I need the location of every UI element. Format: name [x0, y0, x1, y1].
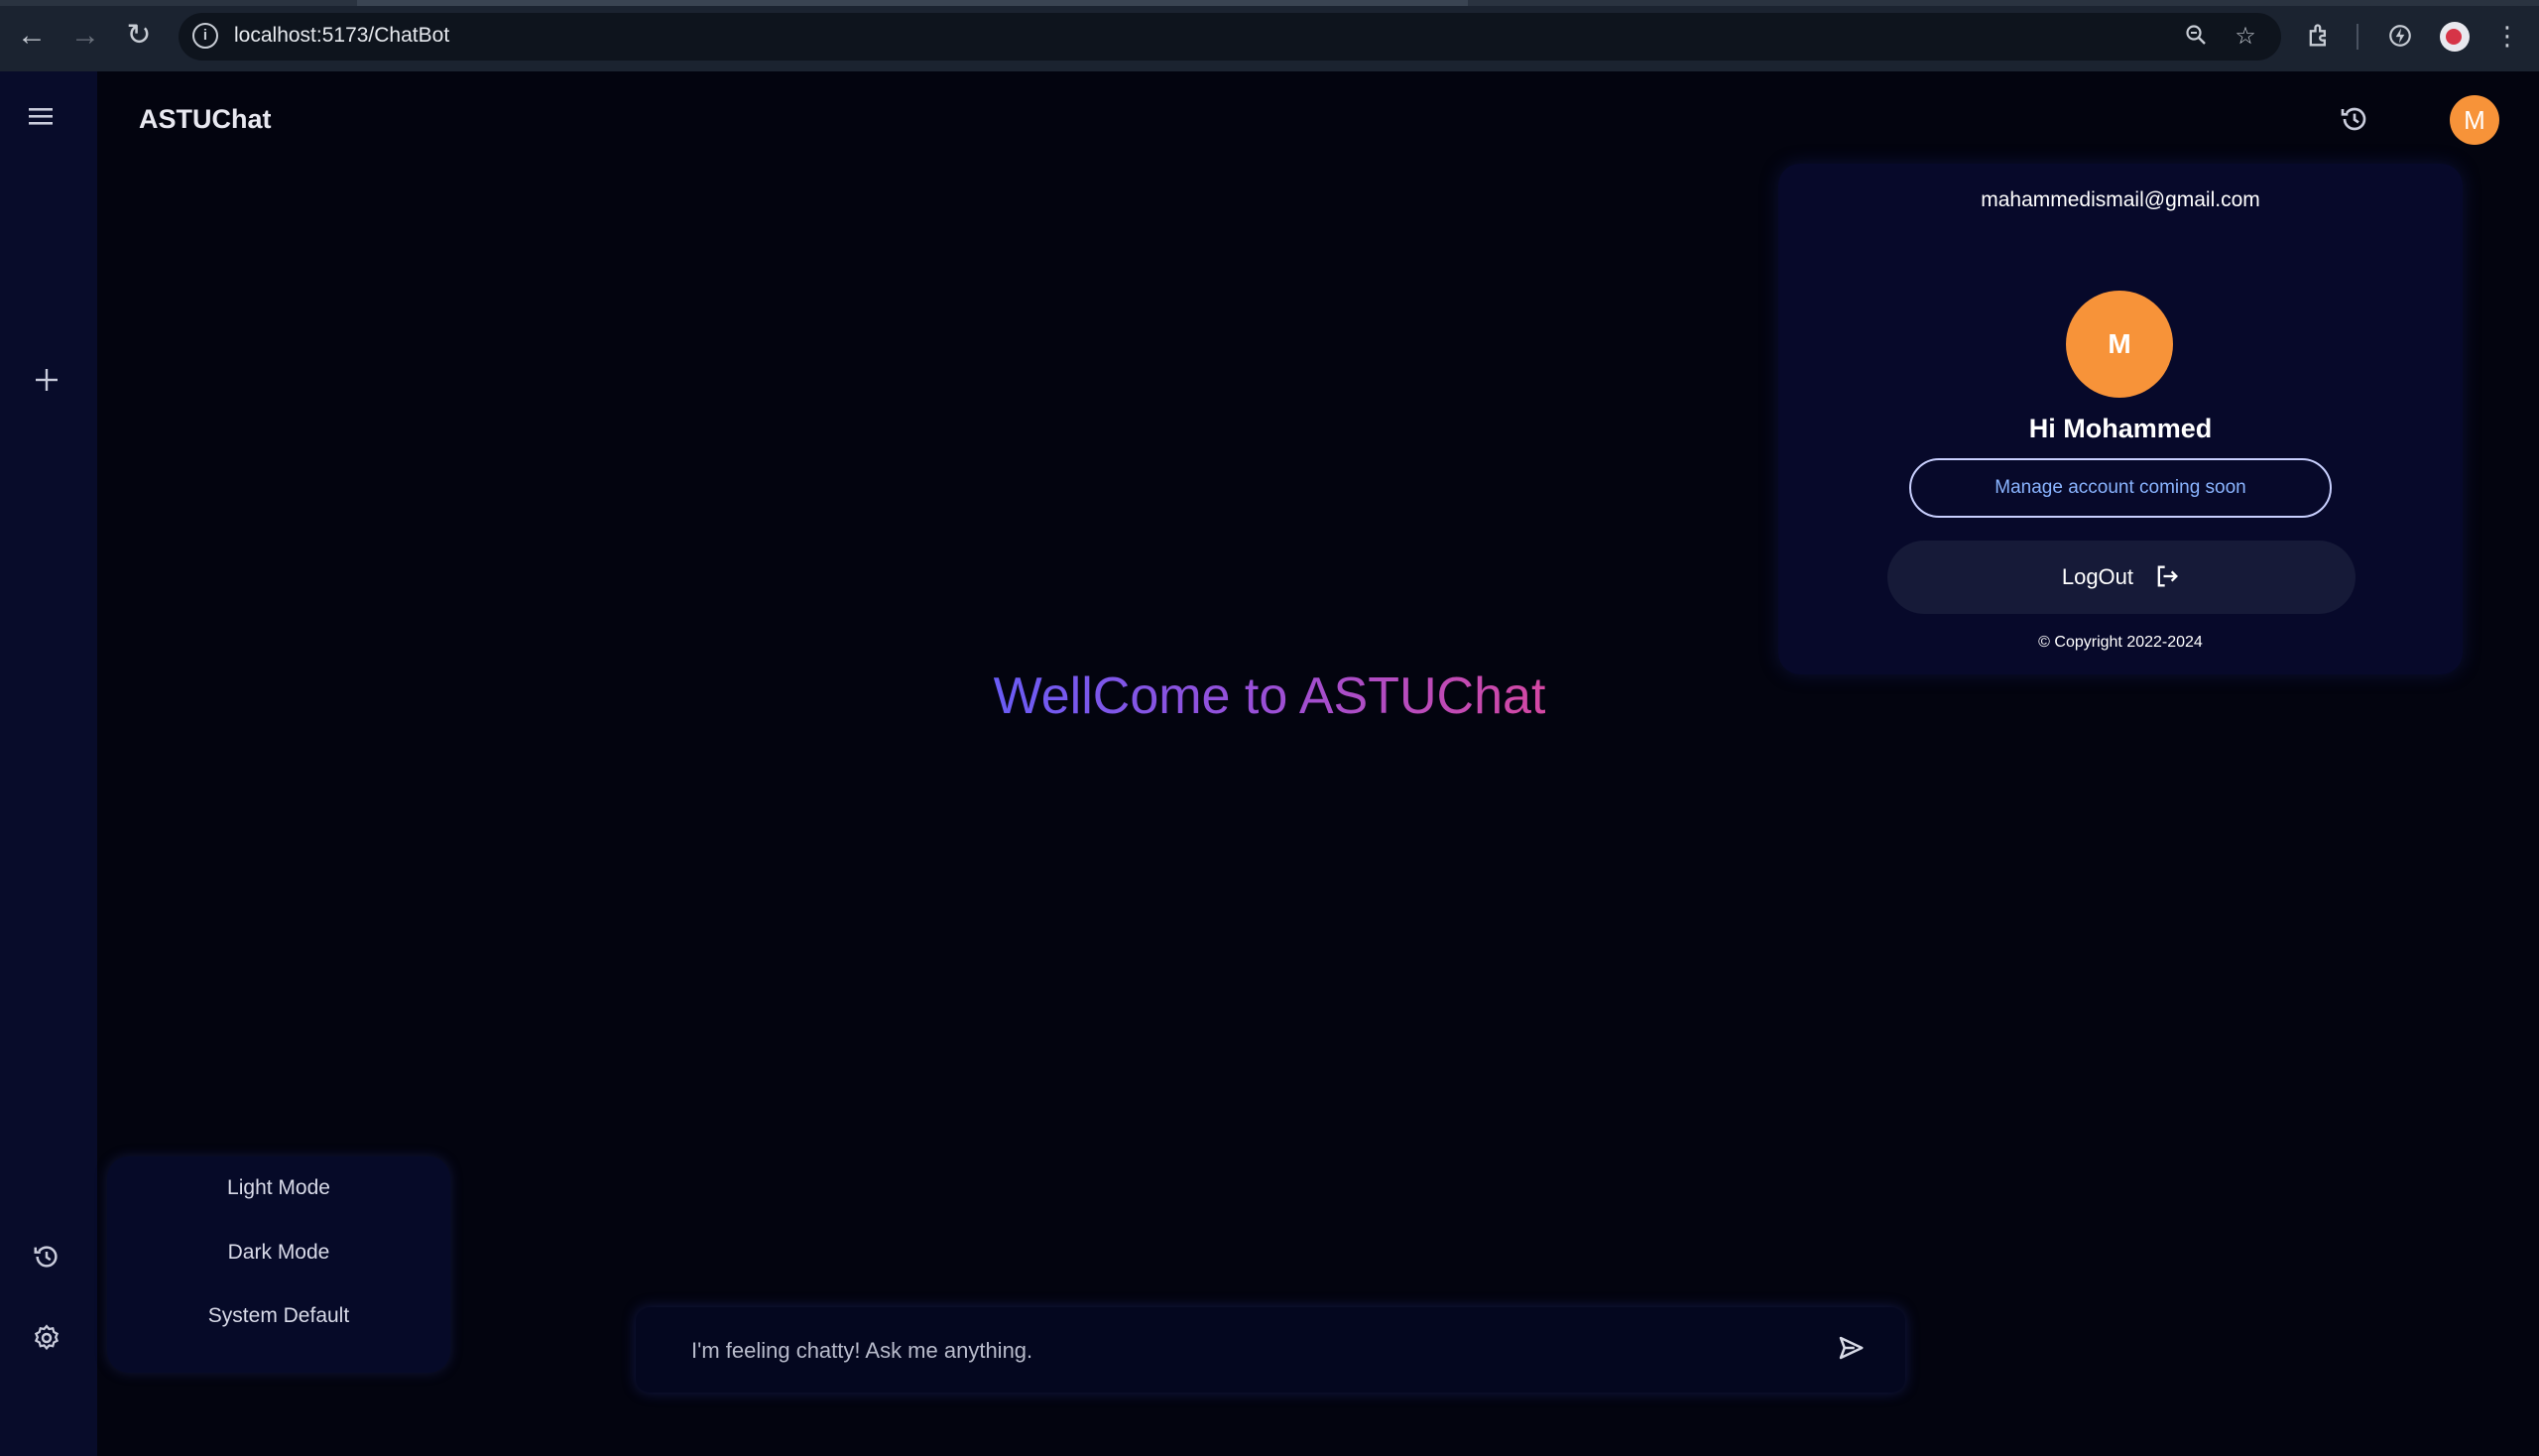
tab-strip: [0, 0, 2539, 6]
user-avatar-button[interactable]: M: [2450, 95, 2499, 145]
browser-menu-icon[interactable]: ⋮: [2489, 18, 2525, 54]
bookmark-star-icon[interactable]: ☆: [2232, 23, 2259, 51]
history-icon[interactable]: [32, 1242, 61, 1276]
chat-message-input[interactable]: [689, 1329, 1784, 1373]
settings-gear-icon[interactable]: [32, 1323, 61, 1358]
toolbar-divider: [2357, 24, 2358, 50]
app-title: ASTUChat: [139, 104, 272, 134]
copyright-text: © Copyright 2022-2024: [2038, 634, 2203, 651]
profile-popup: mahammedismail@gmail.com M Hi Mohammed M…: [1778, 164, 2463, 674]
manage-account-button[interactable]: Manage account coming soon: [1909, 458, 2332, 518]
new-chat-plus-icon[interactable]: [34, 367, 60, 398]
address-bar[interactable]: i localhost:5173/ChatBot ☆: [179, 13, 2281, 61]
theme-system-default[interactable]: System Default: [107, 1304, 450, 1328]
sidebar: [0, 71, 97, 1456]
send-icon[interactable]: [1836, 1333, 1870, 1367]
logout-button[interactable]: LogOut: [1887, 541, 2356, 614]
logout-label: LogOut: [2061, 564, 2134, 589]
extensions-icon[interactable]: [2301, 18, 2337, 54]
theme-dark-mode[interactable]: Dark Mode: [107, 1241, 450, 1265]
welcome-text: WellCome to ASTUChat: [993, 667, 1546, 725]
performance-icon[interactable]: [2382, 18, 2418, 54]
forward-arrow-icon[interactable]: →: [67, 18, 103, 54]
zoom-icon[interactable]: [2182, 23, 2210, 51]
site-info-icon[interactable]: i: [192, 23, 218, 49]
active-tab-indicator[interactable]: [357, 0, 1468, 6]
theme-menu: Light Mode Dark Mode System Default: [107, 1156, 450, 1373]
browser-profile-avatar[interactable]: [2440, 22, 2470, 52]
theme-light-mode[interactable]: Light Mode: [107, 1176, 450, 1200]
profile-avatar: M: [2066, 291, 2173, 398]
back-arrow-icon[interactable]: ←: [14, 18, 50, 54]
reload-icon[interactable]: ↻: [121, 18, 157, 54]
chat-input-bar: [636, 1307, 1905, 1393]
profile-email: mahammedismail@gmail.com: [1981, 188, 2260, 211]
header-history-icon[interactable]: [2339, 103, 2374, 139]
url-text[interactable]: localhost:5173/ChatBot: [234, 24, 449, 48]
profile-greeting: Hi Mohammed: [2028, 414, 2213, 443]
logout-icon: [2157, 565, 2179, 587]
menu-icon[interactable]: [28, 105, 54, 132]
browser-toolbar: ← → ↻ i localhost:5173/ChatBot ☆ ⋮: [0, 0, 2539, 71]
welcome-heading: WellCome to ASTUChat: [0, 667, 2539, 726]
